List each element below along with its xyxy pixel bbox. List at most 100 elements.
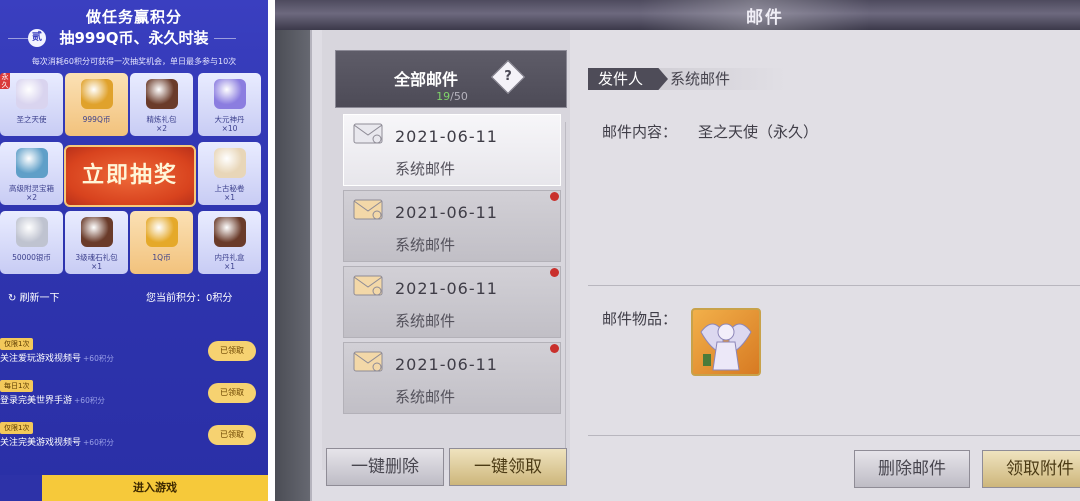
prize-label: 50000银币 bbox=[12, 253, 51, 262]
mail-frame: 全部邮件 ? 19/50 2021-06-11 系统邮件 2021-06-11 系统邮… bbox=[310, 30, 1080, 501]
prize-label: 内丹礼盒 ×1 bbox=[214, 253, 245, 271]
mail-list-header[interactable]: 全部邮件 ? 19/50 bbox=[335, 50, 567, 108]
prize-cell: 内丹礼盒 ×1 bbox=[198, 211, 261, 274]
scrollbar[interactable] bbox=[565, 122, 566, 452]
envelope-icon bbox=[353, 121, 383, 145]
prize-label: 3级魂石礼包 ×1 bbox=[75, 253, 118, 271]
envelope-icon bbox=[353, 197, 383, 221]
mail-sender: 系统邮件 bbox=[395, 236, 456, 254]
sender-value: 系统邮件 bbox=[670, 70, 731, 88]
promo-title: 做任务赢积分 bbox=[85, 8, 182, 26]
task-name: 关注完美游戏视频号 +60积分 bbox=[0, 438, 114, 448]
divider bbox=[588, 285, 1080, 286]
prize-cell: 50000银币 bbox=[0, 211, 63, 274]
mail-sender: 系统邮件 bbox=[395, 312, 456, 330]
task-claim-button[interactable]: 已领取 bbox=[208, 341, 256, 361]
silver-coin-icon bbox=[15, 217, 48, 247]
divider bbox=[588, 435, 1080, 436]
items-label: 邮件物品： bbox=[602, 310, 678, 328]
promo-note: 每次消耗60积分可获得一次抽奖机会，单日最多参与10次 bbox=[31, 57, 237, 66]
refresh-label: 刷新一下 bbox=[19, 293, 60, 304]
unread-dot bbox=[550, 192, 559, 201]
prize-tag: 永久 bbox=[0, 73, 10, 89]
enter-game-button[interactable]: 进入游戏 bbox=[42, 475, 268, 501]
mail-item[interactable]: 2021-06-11 系统邮件 bbox=[343, 342, 561, 414]
task-points: +60积分 bbox=[74, 396, 105, 405]
delete-all-button[interactable]: 一键删除 bbox=[326, 448, 444, 486]
angel-icon bbox=[15, 79, 48, 109]
orb-icon bbox=[213, 79, 246, 109]
mail-item[interactable]: 2021-06-11 系统邮件 bbox=[343, 190, 561, 262]
coin-icon bbox=[145, 217, 178, 247]
footer-strip bbox=[0, 475, 42, 501]
angel-icon bbox=[700, 323, 752, 371]
prize-cell: 精炼礼包 ×2 bbox=[130, 73, 193, 136]
mail-count-current: 19 bbox=[436, 90, 451, 103]
draw-now-button[interactable]: 立即抽奖 bbox=[64, 145, 196, 207]
box-icon bbox=[15, 148, 48, 178]
content-value: 圣之天使（永久） bbox=[698, 123, 819, 141]
mail-date: 2021-06-11 bbox=[395, 203, 498, 222]
divider bbox=[214, 38, 236, 39]
task-claim-button[interactable]: 已领取 bbox=[208, 425, 256, 445]
task-name: 登录完美世界手游 +60积分 bbox=[0, 396, 105, 406]
mail-sender: 系统邮件 bbox=[395, 388, 456, 406]
task-row: 每日1次登录完美世界手游 +60积分 已领取 bbox=[0, 380, 268, 420]
prize-label: 上古秘卷 ×1 bbox=[214, 184, 245, 202]
unread-dot bbox=[550, 268, 559, 277]
prize-cell: 1Q币 bbox=[130, 211, 193, 274]
attachment-item-slot[interactable] bbox=[691, 308, 761, 376]
task-badge: 仅限1次 bbox=[0, 338, 34, 350]
mail-sender: 系统邮件 bbox=[395, 160, 456, 178]
envelope-icon bbox=[353, 273, 383, 297]
mail-count: 19/50 bbox=[336, 90, 568, 103]
task-claim-button[interactable]: 已领取 bbox=[208, 383, 256, 403]
prize-cell: 上古秘卷 ×1 bbox=[198, 142, 261, 205]
mail-list-panel: 全部邮件 ? 19/50 2021-06-11 系统邮件 2021-06-11 系统邮… bbox=[322, 30, 570, 470]
task-row: 仅限1次关注完美游戏视频号 +60积分 已领取 bbox=[0, 422, 268, 462]
mail-date: 2021-06-11 bbox=[395, 355, 498, 374]
mail-date: 2021-06-11 bbox=[395, 279, 498, 298]
window-title: 邮件 bbox=[746, 8, 784, 28]
unread-dot bbox=[550, 344, 559, 353]
prize-label: 精炼礼包 ×2 bbox=[146, 115, 177, 133]
task-points: +60积分 bbox=[83, 438, 114, 447]
points-display: 您当前积分：0积分 bbox=[146, 293, 233, 304]
claim-attachment-button[interactable]: 领取附件 bbox=[982, 450, 1080, 488]
prize-label: 1Q币 bbox=[152, 253, 171, 262]
sender-row: 发件人 系统邮件 bbox=[588, 68, 1080, 90]
prize-cell: 高级附灵宝箱 ×2 bbox=[0, 142, 63, 205]
prize-label: 高级附灵宝箱 ×2 bbox=[9, 184, 54, 202]
prize-label: 圣之天使 bbox=[16, 115, 47, 124]
scroll-icon bbox=[213, 148, 246, 178]
mail-item[interactable]: 2021-06-11 系统邮件 bbox=[343, 266, 561, 338]
list-title: 全部邮件 bbox=[394, 70, 459, 89]
refresh-button[interactable]: ↻ 刷新一下 bbox=[8, 289, 60, 304]
prize-cell: 圣之天使 永久 bbox=[0, 73, 63, 136]
title-bar: 邮件 bbox=[275, 0, 1080, 30]
delete-mail-button[interactable]: 删除邮件 bbox=[854, 450, 970, 488]
promo-panel: 做任务赢积分 贰 抽999Q币、永久时装 每次消耗60积分可获得一次抽奖机会，单… bbox=[0, 0, 268, 501]
task-badge: 仅限1次 bbox=[0, 422, 34, 434]
help-icon[interactable]: ? bbox=[491, 60, 525, 94]
task-badge: 每日1次 bbox=[0, 380, 34, 392]
chest-icon bbox=[80, 217, 113, 247]
prize-cell: 999Q币 bbox=[65, 73, 128, 136]
prize-cell: 大元神丹 ×10 bbox=[198, 73, 261, 136]
mail-detail: 发件人 系统邮件 邮件内容： 圣之天使（永久） 邮件物品： 删除邮件 领取附件 bbox=[570, 30, 1080, 501]
mail-window: 邮件 全部邮件 ? 19/50 2021-06-11 系统邮件 2021-06-11… bbox=[275, 0, 1080, 501]
coin-pile-icon bbox=[80, 79, 113, 109]
chest-icon bbox=[145, 79, 178, 109]
prize-cell: 3级魂石礼包 ×1 bbox=[65, 211, 128, 274]
prize-label: 999Q币 bbox=[82, 115, 111, 124]
mail-count-total: /50 bbox=[450, 90, 468, 103]
refresh-icon: ↻ bbox=[8, 293, 20, 304]
mail-item[interactable]: 2021-06-11 系统邮件 bbox=[343, 114, 561, 186]
envelope-icon bbox=[353, 349, 383, 373]
task-name: 关注爱玩游戏视频号 +60积分 bbox=[0, 354, 114, 364]
sender-label: 发件人 bbox=[588, 68, 668, 90]
task-points: +60积分 bbox=[83, 354, 114, 363]
prize-label: 大元神丹 ×10 bbox=[214, 115, 245, 133]
claim-all-button[interactable]: 一键领取 bbox=[449, 448, 567, 486]
chest-icon bbox=[213, 217, 246, 247]
